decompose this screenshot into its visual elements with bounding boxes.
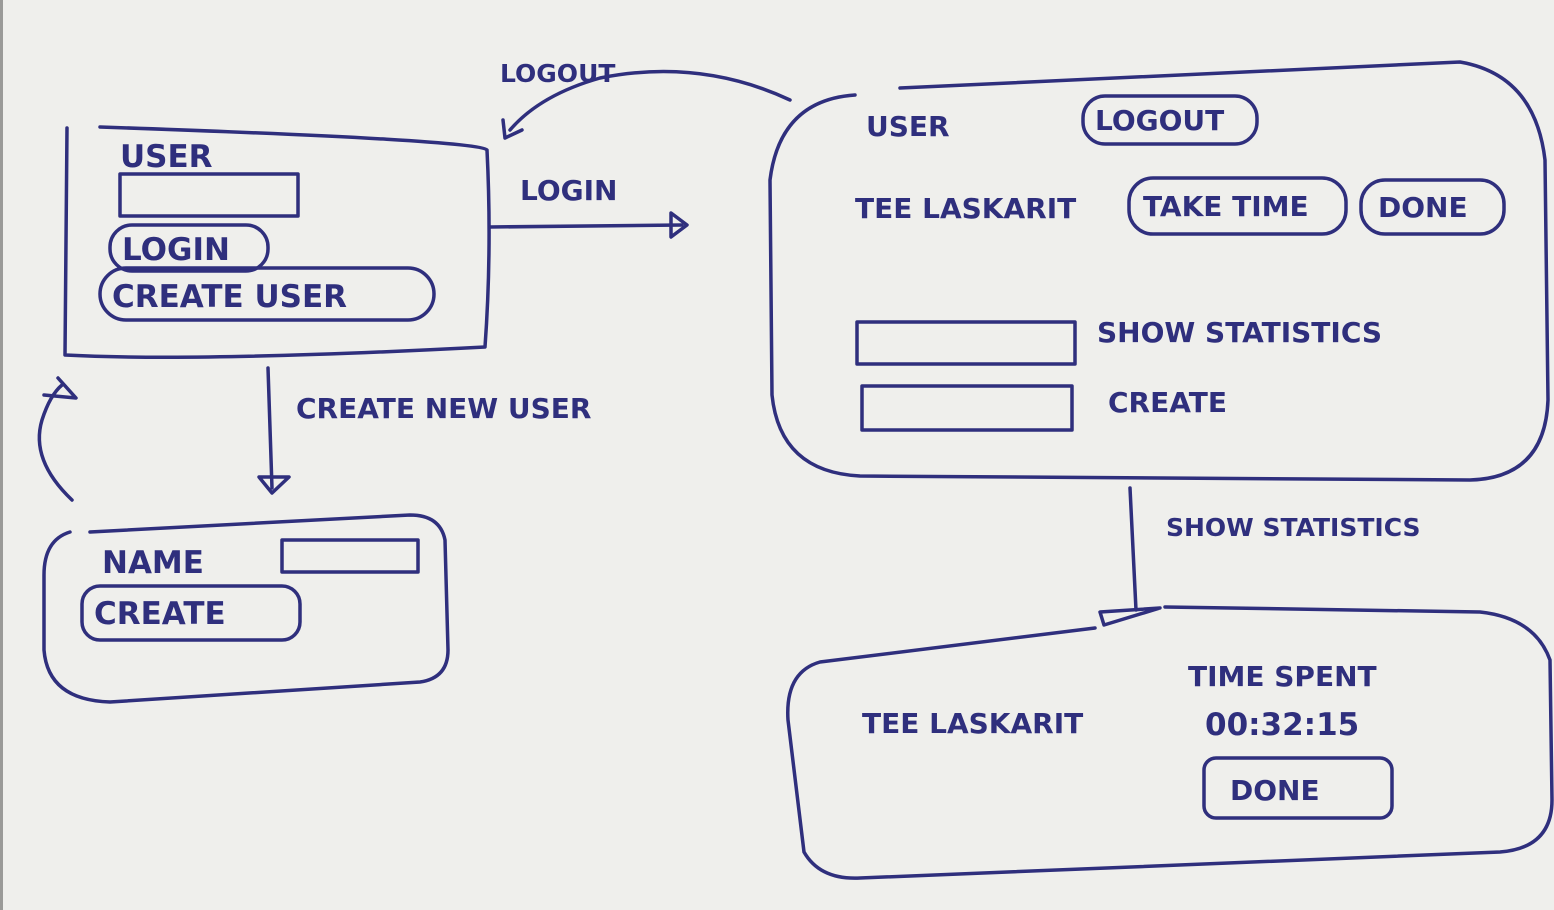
name-label: NAME — [102, 545, 204, 581]
logout-transition-label: LOGOUT — [500, 59, 615, 88]
transition-create-new-user: CREATE NEW USER — [257, 366, 592, 495]
statistics-done-button[interactable]: DONE — [1202, 756, 1394, 820]
create-task-label: CREATE — [1108, 386, 1227, 419]
main-screen: USER LOGOUT TEE LASKARIT TAKE TIME DONE … — [768, 60, 1550, 482]
statistics-screen: TEE LASKARIT TIME SPENT 00:32:15 DONE — [786, 605, 1554, 880]
transition-back-to-login — [37, 376, 78, 502]
create-user-screen: NAME CREATE — [42, 513, 450, 704]
create-task-input[interactable] — [860, 384, 1074, 432]
wireframe-sketch: USER LOGIN CREATE USER NAME CREATE USER … — [37, 59, 1554, 880]
login-transition-label: LOGIN — [520, 174, 617, 207]
statistics-screen-frame — [786, 605, 1554, 880]
login-button-label: LOGIN — [122, 232, 230, 268]
main-task-label: TEE LASKARIT — [855, 192, 1076, 225]
logout-button-label: LOGOUT — [1095, 104, 1224, 137]
login-button[interactable]: LOGIN — [108, 223, 270, 273]
logout-button[interactable]: LOGOUT — [1081, 94, 1259, 146]
take-time-button-label: TAKE TIME — [1143, 190, 1309, 223]
login-screen: USER LOGIN CREATE USER — [63, 125, 491, 359]
time-spent-label: TIME SPENT — [1188, 660, 1377, 693]
transition-show-statistics: SHOW STATISTICS — [1098, 486, 1421, 627]
transition-login: LOGIN — [488, 174, 689, 239]
create-user-button-label: CREATE USER — [112, 279, 347, 315]
show-statistics-input[interactable] — [855, 320, 1077, 366]
main-done-button-label: DONE — [1378, 191, 1468, 224]
create-new-user-arrow — [266, 366, 274, 490]
show-statistics-arrow — [1128, 486, 1138, 612]
time-spent-value: 00:32:15 — [1205, 707, 1359, 743]
show-statistics-arrowhead — [1098, 606, 1162, 627]
transition-logout: LOGOUT — [500, 59, 792, 140]
login-user-input[interactable] — [118, 172, 300, 218]
login-user-label: USER — [120, 139, 213, 175]
statistics-done-button-label: DONE — [1230, 774, 1320, 807]
back-to-login-arrow — [37, 383, 74, 502]
create-user-button[interactable]: CREATE USER — [98, 266, 436, 322]
take-time-button[interactable]: TAKE TIME — [1127, 176, 1348, 236]
create-button[interactable]: CREATE — [80, 584, 302, 642]
main-done-button[interactable]: DONE — [1359, 178, 1506, 236]
statistics-task-label: TEE LASKARIT — [862, 707, 1083, 740]
main-user-label: USER — [866, 110, 950, 143]
show-statistics-transition-label: SHOW STATISTICS — [1166, 513, 1421, 542]
create-new-user-transition-label: CREATE NEW USER — [296, 392, 592, 425]
create-button-label: CREATE — [94, 596, 226, 632]
login-arrow — [488, 223, 684, 229]
create-new-user-arrowhead — [257, 475, 291, 495]
show-statistics-label: SHOW STATISTICS — [1097, 316, 1382, 349]
name-input[interactable] — [280, 538, 420, 574]
